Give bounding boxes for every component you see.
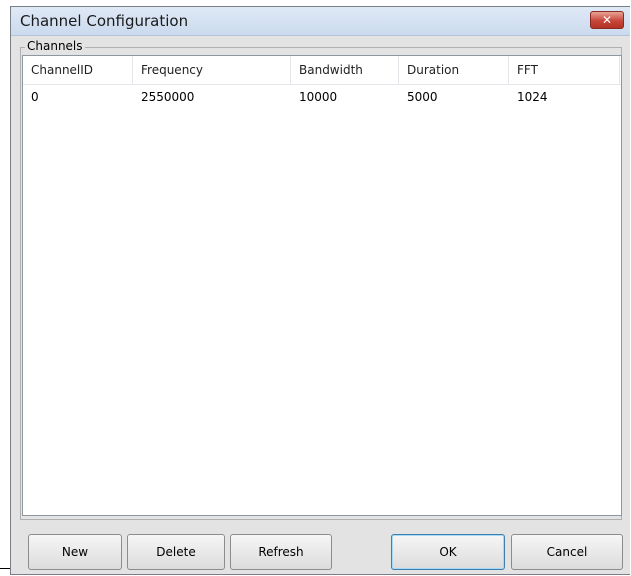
- cell-fft: 1024: [517, 90, 548, 104]
- cell-frequency: 2550000: [141, 90, 195, 104]
- cell-duration: 5000: [407, 90, 438, 104]
- channels-group-label: Channels: [25, 39, 85, 53]
- delete-button[interactable]: Delete: [127, 534, 225, 570]
- column-header-fft[interactable]: FFT: [509, 56, 620, 84]
- ok-button[interactable]: OK: [391, 534, 505, 570]
- close-button[interactable]: ✕: [590, 11, 624, 29]
- list-header: ChannelID Frequency Bandwidth Duration F…: [23, 56, 621, 85]
- background-line: [0, 568, 10, 569]
- cancel-button[interactable]: Cancel: [511, 534, 623, 570]
- refresh-button[interactable]: Refresh: [230, 534, 332, 570]
- new-button[interactable]: New: [28, 534, 122, 570]
- column-header-channelid[interactable]: ChannelID: [23, 56, 133, 84]
- channels-list[interactable]: ChannelID Frequency Bandwidth Duration F…: [22, 55, 622, 516]
- cell-bandwidth: 10000: [299, 90, 338, 104]
- cell-channelid: 0: [31, 90, 39, 104]
- column-header-bandwidth[interactable]: Bandwidth: [291, 56, 399, 84]
- channel-configuration-dialog: Channel Configuration ✕ Channels Channel…: [10, 6, 630, 575]
- window-title: Channel Configuration: [20, 12, 189, 30]
- close-icon: ✕: [601, 13, 613, 27]
- table-row[interactable]: 0 2550000 10000 5000 1024: [23, 87, 621, 107]
- title-bar[interactable]: Channel Configuration ✕: [11, 7, 630, 36]
- column-header-duration[interactable]: Duration: [399, 56, 509, 84]
- column-header-frequency[interactable]: Frequency: [133, 56, 291, 84]
